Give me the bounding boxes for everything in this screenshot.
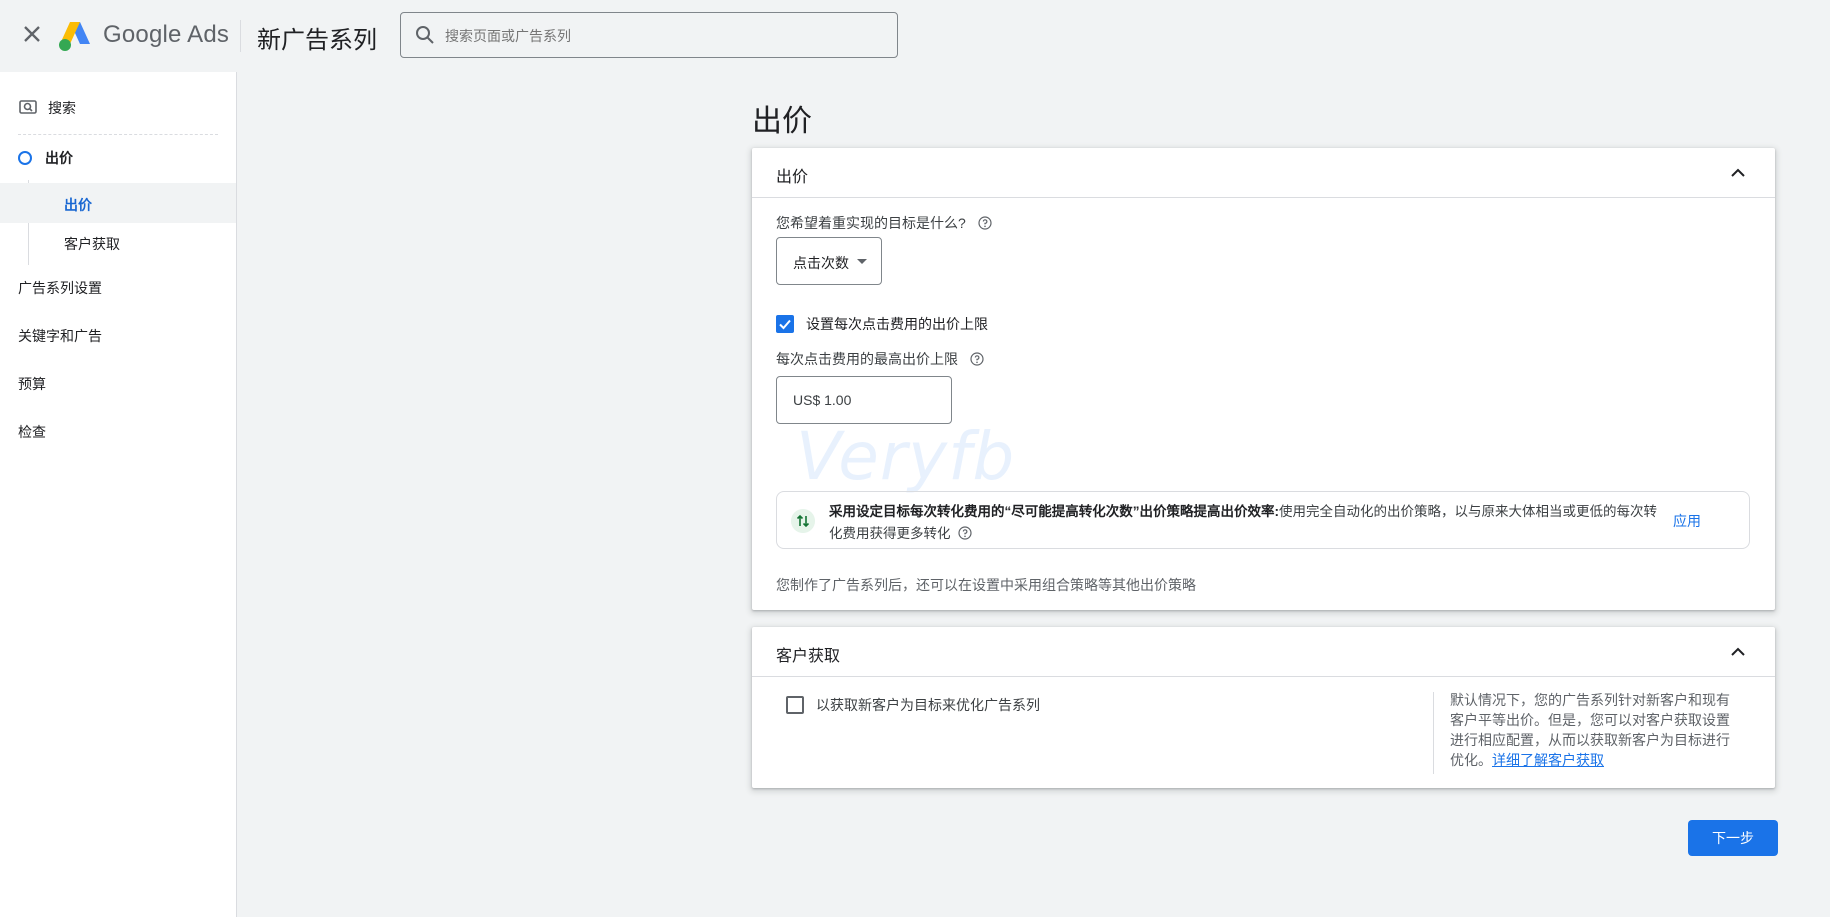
max-cpc-checkbox[interactable] [776,315,794,333]
max-cpc-input[interactable]: US$ 1.00 [776,376,952,424]
help-icon[interactable] [978,216,992,230]
recommendation-bold: 采用设定目标每次转化费用的“尽可能提高转化次数”出价策略提高出价效率: [829,504,1279,519]
search-input[interactable] [443,23,887,49]
sidebar-item-keywords-ads[interactable]: 关键字和广告 [18,326,102,346]
bidding-card-header[interactable]: 出价 [752,148,1775,198]
acquisition-description: 默认情况下，您的广告系列针对新客户和现有客户平等出价。但是，您可以对客户获取设置… [1450,690,1740,770]
page-title: 新广告系列 [257,27,377,54]
search-box[interactable] [400,12,898,58]
recommendation-text: 采用设定目标每次转化费用的“尽可能提高转化次数”出价策略提高出价效率:使用完全自… [829,501,1669,545]
close-icon[interactable] [18,20,46,48]
google-ads-logo [59,22,90,51]
sidebar-subitem-acquisition[interactable]: 客户获取 [64,234,120,254]
apply-button[interactable]: 应用 [1673,511,1701,531]
max-cpc-label-text: 每次点击费用的最高出价上限 [776,351,958,367]
dropdown-caret-icon [857,259,867,264]
card-title: 客户获取 [776,648,841,665]
section-title: 出价 [752,105,812,138]
header-divider [240,20,241,52]
bidding-card: 出价 您希望着重实现的目标是什么? 点击次数 设置每次点击费用的出价上限 每次点… [752,148,1775,610]
acquisition-checkbox[interactable] [786,696,804,714]
bidding-footer-note: 您制作了广告系列后，还可以在设置中采用组合策略等其他出价策略 [776,577,1196,593]
sidebar-item-search[interactable]: 搜索 [18,98,76,118]
acquisition-card-header[interactable]: 客户获取 [752,627,1775,677]
next-button[interactable]: 下一步 [1688,820,1778,856]
acquisition-card: 客户获取 以获取新客户为目标来优化广告系列 默认情况下，您的广告系列针对新客户和… [752,627,1775,788]
acquisition-divider [1433,692,1434,774]
help-icon[interactable] [970,352,984,366]
chevron-up-icon[interactable] [1727,162,1749,184]
max-cpc-checkbox-row[interactable]: 设置每次点击费用的出价上限 [776,314,988,334]
goal-question-text: 您希望着重实现的目标是什么? [776,215,966,231]
checkmark-icon [779,319,791,330]
max-cpc-value: US$ 1.00 [793,392,852,408]
search-icon [416,26,434,44]
sidebar-item-review[interactable]: 检查 [18,422,46,442]
goal-dropdown[interactable]: 点击次数 [776,237,882,285]
help-icon[interactable] [958,526,972,540]
sidebar-item-bidding[interactable]: 出价 [18,148,73,168]
sidebar-divider [18,134,218,135]
brand-name: Google Ads [103,21,230,48]
goal-dropdown-value: 点击次数 [793,255,849,271]
sidebar-item-campaign-settings[interactable]: 广告系列设置 [18,278,102,298]
sidebar-subitem-bidding[interactable]: 出价 [0,183,236,223]
arrows-icon [791,509,815,533]
learn-more-link[interactable]: 详细了解客户获取 [1492,752,1604,768]
search-page-icon [19,100,37,114]
sidebar: 搜索 出价 出价 客户获取 广告系列设置 关键字和广告 预算 检查 [0,72,237,917]
sidebar-item-budget[interactable]: 预算 [18,374,46,394]
sidebar-item-label: 搜索 [48,100,76,116]
max-cpc-label: 每次点击费用的最高出价上限 [776,349,984,369]
acquisition-checkbox-row[interactable]: 以获取新客户为目标来优化广告系列 [786,695,1040,715]
acquisition-checkbox-label: 以获取新客户为目标来优化广告系列 [816,697,1040,713]
max-cpc-checkbox-label: 设置每次点击费用的出价上限 [806,316,988,332]
chevron-up-icon[interactable] [1727,641,1749,663]
top-bar: Google Ads 新广告系列 [0,0,1830,72]
card-title: 出价 [776,169,809,186]
step-circle-icon [18,151,32,165]
sidebar-subitem-label: 出价 [64,197,92,213]
goal-question: 您希望着重实现的目标是什么? [776,213,992,233]
sidebar-item-label: 出价 [45,150,73,166]
watermark: Veryfb [796,418,1016,495]
recommendation-box: 采用设定目标每次转化费用的“尽可能提高转化次数”出价策略提高出价效率:使用完全自… [776,491,1750,549]
